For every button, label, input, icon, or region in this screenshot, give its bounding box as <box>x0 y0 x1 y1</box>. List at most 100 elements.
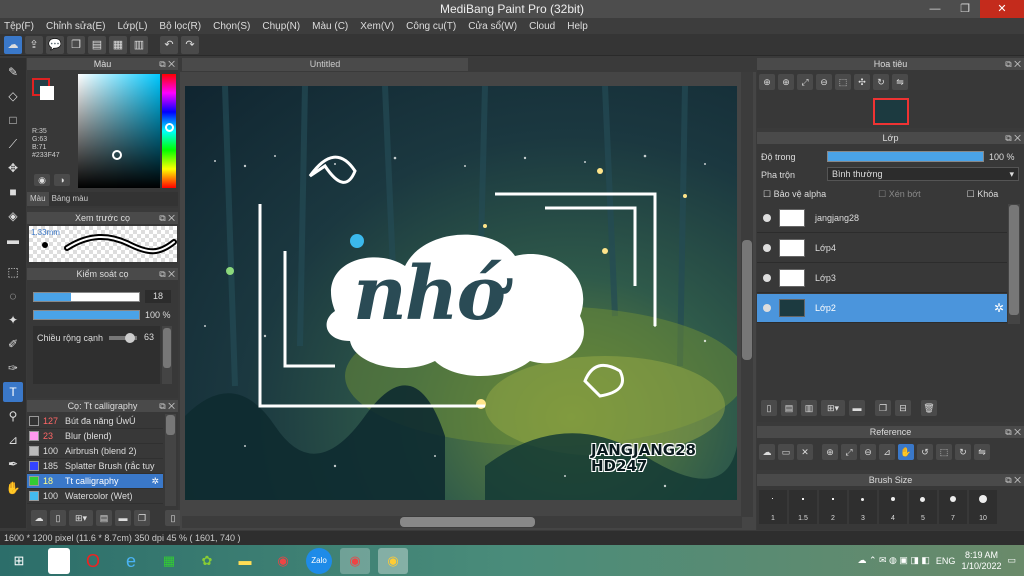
file-explorer-icon[interactable]: ▬ <box>230 548 260 574</box>
tab-color[interactable]: Màu <box>27 192 49 206</box>
select-rect-icon[interactable]: ⬚ <box>3 262 23 282</box>
zalo-icon[interactable]: Zalo <box>306 547 332 574</box>
eyedropper-icon[interactable]: ⊿ <box>3 430 23 450</box>
brush-size-value[interactable]: 18 <box>145 290 171 303</box>
zoom-in-icon[interactable]: ⊕ <box>759 74 775 90</box>
brush-size-7[interactable]: 7 <box>939 490 967 524</box>
zoom-in-icon[interactable]: ⊕ <box>822 444 838 460</box>
brush-size-3[interactable]: 3 <box>849 490 877 524</box>
duplicate-icon[interactable]: ❐ <box>134 510 150 526</box>
menu-view[interactable]: Xem(V) <box>360 21 394 32</box>
duplicate-layer-icon[interactable]: ❐ <box>875 400 891 416</box>
menu-edit[interactable]: Chỉnh sửa(E) <box>46 21 106 32</box>
brush-item[interactable]: 127 Bút đa năng ÚwÚ <box>27 414 163 429</box>
gear-icon[interactable]: ✲ <box>151 476 159 487</box>
lock-checkbox[interactable]: ☐ Khóa <box>967 189 999 200</box>
zoom-icon[interactable]: ⊕ <box>778 74 794 90</box>
lasso-icon[interactable]: ◌ <box>3 286 23 306</box>
move-tool-icon[interactable]: ✥ <box>3 158 23 178</box>
dot-tool-icon[interactable]: ⟋ <box>3 134 23 154</box>
new-brush-icon[interactable]: ▯ <box>50 510 66 526</box>
redo-icon[interactable]: ↷ <box>181 35 199 54</box>
cloud-brush-icon[interactable]: ☁ <box>31 510 47 526</box>
app-icon[interactable]: ✿ <box>192 548 222 574</box>
layer-opacity-slider[interactable] <box>827 151 984 162</box>
store-icon[interactable]: ▦ <box>154 548 184 574</box>
open-icon[interactable]: ▭ <box>778 444 794 460</box>
fit-icon[interactable]: ⤢ <box>797 74 813 90</box>
drawing-canvas[interactable]: nhớ JANGJANG28 HD247 <box>185 86 737 500</box>
navigator-thumbnail[interactable] <box>873 98 909 125</box>
input-language[interactable]: ENG <box>936 556 956 566</box>
tray-icons[interactable]: ☁ ⌃ ✉ ◍ ▣ ◨ ◧ <box>857 555 929 566</box>
eye-icon[interactable] <box>763 214 771 222</box>
blank-doc-icon[interactable] <box>48 547 70 574</box>
new-layer-1bit-icon[interactable]: ▥ <box>801 400 817 416</box>
eraser-tool-icon[interactable]: ◇ <box>3 86 23 106</box>
menu-tools[interactable]: Công cụ(T) <box>406 21 456 32</box>
brush-item-selected[interactable]: 18 Tt calligraphy ✲ <box>27 474 163 489</box>
bucket-tool-icon[interactable]: ◈ <box>3 206 23 226</box>
opera-icon[interactable]: O <box>78 548 108 574</box>
brush-item[interactable]: 100 Watercolor (Wet) <box>27 489 163 504</box>
brush-item[interactable]: 100 Airbrush (blend 2) <box>27 444 163 459</box>
background-color-swatch[interactable] <box>40 86 54 100</box>
tab-palette[interactable]: Bảng màu <box>49 192 91 206</box>
flip-icon[interactable]: ⇋ <box>892 74 908 90</box>
add-layer-menu-icon[interactable]: ⊞▾ <box>821 400 845 416</box>
grid-icon[interactable]: ▦ <box>109 35 127 54</box>
menu-window[interactable]: Cửa sổ(W) <box>468 21 517 32</box>
brush-size-2[interactable]: 2 <box>819 490 847 524</box>
undo-icon[interactable]: ↶ <box>160 35 178 54</box>
copy-brush-icon[interactable]: ▤ <box>96 510 112 526</box>
palette-icon[interactable]: ◉ <box>34 174 50 186</box>
swap-icon[interactable]: ◑ <box>54 174 70 186</box>
divide-tool-icon[interactable]: ⚲ <box>3 406 23 426</box>
medibang-icon[interactable]: ◉ <box>378 547 408 574</box>
folder-icon[interactable]: ▬ <box>849 400 865 416</box>
tab-untitled[interactable]: Untitled <box>182 58 468 71</box>
menu-snap[interactable]: Chụp(N) <box>262 21 300 32</box>
brush-item[interactable]: 185 Splatter Brush (rắc tuy <box>27 459 163 474</box>
clock-time[interactable]: 8:19 AM <box>961 550 1001 561</box>
horizontal-scroll-thumb[interactable] <box>400 517 535 527</box>
new-layer-icon[interactable]: ▯ <box>761 400 777 416</box>
add-brush-icon[interactable]: ⊞▾ <box>69 510 93 526</box>
layer-item[interactable]: jangjang28 <box>757 204 1007 233</box>
saturation-value-picker[interactable] <box>78 74 160 188</box>
sv-cursor[interactable] <box>112 150 122 160</box>
delete-icon[interactable]: ▯ <box>165 510 181 526</box>
folder-icon[interactable]: ▬ <box>115 510 131 526</box>
brush-size-1[interactable]: 1 <box>759 490 787 524</box>
merge-layer-icon[interactable]: ⊟ <box>895 400 911 416</box>
clipping-checkbox[interactable]: ☐ Xén bớt <box>878 189 921 200</box>
layer-item[interactable]: Lớp3 <box>757 264 1007 293</box>
brush-size-4[interactable]: 4 <box>879 490 907 524</box>
eye-icon[interactable] <box>763 304 771 312</box>
delete-layer-icon[interactable]: 🗑 <box>921 400 937 416</box>
rotate-left-icon[interactable]: ↺ <box>917 444 933 460</box>
close-button[interactable]: ✕ <box>980 0 1024 18</box>
menu-filter[interactable]: Bộ lọc(R) <box>159 21 201 32</box>
pen-tool-icon[interactable]: ✒ <box>3 454 23 474</box>
hand-tool-icon[interactable]: ✋ <box>3 478 23 498</box>
panel-icon[interactable]: ▥ <box>130 35 148 54</box>
select-eraser-icon[interactable]: ✑ <box>3 358 23 378</box>
menu-cloud[interactable]: Cloud <box>529 21 555 32</box>
brush-size-1-5[interactable]: 1.5 <box>789 490 817 524</box>
vertical-scroll-thumb[interactable] <box>742 240 752 360</box>
cloud-icon[interactable]: ☁ <box>4 35 22 54</box>
brush-size-5[interactable]: 5 <box>909 490 937 524</box>
fullscreen-icon[interactable]: ✣ <box>854 74 870 90</box>
hand-icon[interactable]: ✋ <box>898 444 914 460</box>
copy-icon[interactable]: ❐ <box>67 35 85 54</box>
doc-icon[interactable]: ▤ <box>88 35 106 54</box>
new-layer-8bit-icon[interactable]: ▤ <box>781 400 797 416</box>
menu-file[interactable]: Tệp(F) <box>4 21 34 32</box>
cloud-icon[interactable]: ☁ <box>759 444 775 460</box>
clock-date[interactable]: 1/10/2022 <box>961 561 1001 572</box>
edge-icon[interactable]: e <box>116 548 146 574</box>
zoom-out-icon[interactable]: ⊖ <box>860 444 876 460</box>
blend-mode-select[interactable]: Bình thường ▾ <box>827 167 1019 181</box>
chrome-icon[interactable]: ◉ <box>268 548 298 574</box>
